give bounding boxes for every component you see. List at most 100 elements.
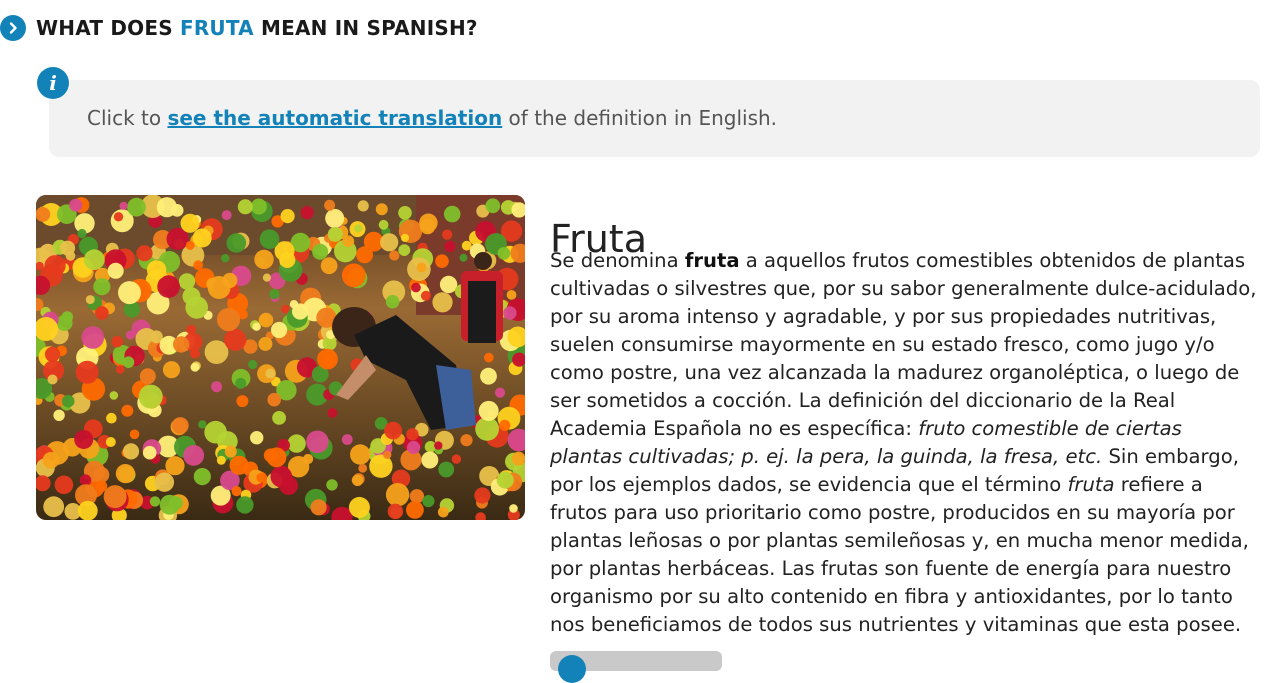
fruit-dot — [252, 322, 261, 331]
fruit-dot — [224, 328, 247, 351]
definition-text: a aquellos frutos comestibles obtenidos … — [739, 249, 1246, 272]
fruit-dot — [387, 503, 404, 520]
fruit-dot — [421, 451, 439, 469]
fruit-dot — [406, 501, 424, 519]
fruit-dot — [459, 253, 468, 262]
fruit-dot — [280, 209, 295, 224]
definition-line: por los ejemplos dados, se evidencia que… — [550, 471, 1262, 499]
definition-text: por los ejemplos dados, se evidencia que… — [550, 473, 1068, 496]
fruit-dot — [416, 262, 427, 273]
fruit-dot — [271, 321, 288, 339]
fruit-dot — [375, 203, 388, 216]
info-badge: i — [36, 66, 70, 100]
fruit-dot — [81, 326, 105, 349]
fruit-dot — [162, 361, 181, 379]
fruit-dot — [327, 226, 343, 242]
fruit-dot — [407, 440, 421, 455]
fruit-dot — [303, 453, 314, 465]
chevron-right-icon[interactable] — [0, 15, 26, 41]
fruit-dot — [178, 273, 196, 290]
definition-text: plantas leñosas o por plantas semileñosa… — [550, 529, 1249, 552]
fruit-dot — [154, 472, 175, 492]
fruit-dot — [221, 254, 230, 263]
fruit-dot — [139, 368, 156, 385]
definition-text: como postre, una vez alcanzada la madure… — [550, 361, 1240, 384]
definition-line: plantas cultivadas; p. ej. la pera, la g… — [550, 443, 1262, 471]
fruit-dot — [300, 206, 314, 220]
section-heading: WHAT DOES FRUTA MEAN IN SPANISH? — [0, 13, 478, 43]
fruit-dot — [103, 485, 127, 509]
fruit-dot — [204, 420, 227, 444]
fruit-dot — [451, 454, 462, 464]
fruit-dot — [159, 494, 180, 515]
fruit-dot — [503, 306, 517, 320]
fruit-dot — [398, 206, 412, 220]
fruit-dot — [324, 199, 336, 211]
fruit-dot — [380, 233, 399, 252]
fruit-dot — [385, 483, 410, 507]
fruit-dot — [342, 235, 355, 247]
fruit-dot — [36, 207, 51, 222]
fruit-dot — [383, 450, 392, 459]
fruit-dot — [497, 247, 511, 260]
fruit-dot — [138, 384, 163, 409]
fruit-dot — [310, 499, 327, 516]
fruit-dot — [127, 197, 146, 217]
fruit-dot — [262, 273, 271, 282]
definition-text: por su aroma intenso y agradable, y por … — [550, 305, 1217, 328]
fruit-dot — [509, 504, 518, 513]
definition-line: como postre, una vez alcanzada la madure… — [550, 359, 1262, 387]
fruit-dot — [270, 465, 293, 488]
fruit-dot — [350, 444, 371, 465]
fruit-dot — [60, 240, 76, 256]
fruit-dot — [69, 198, 83, 212]
definition-line: frutos para uso prioritario como postre,… — [550, 499, 1262, 527]
automatic-translation-link[interactable]: see the automatic translation — [167, 106, 502, 130]
fruit-dot — [170, 204, 184, 217]
fruit-dot — [231, 486, 242, 497]
fruit-dot — [439, 275, 458, 294]
fruit-dot — [474, 487, 491, 504]
fruit-dot — [226, 233, 247, 253]
definition-line: Academia Española no es específica: frut… — [550, 415, 1262, 443]
bottom-action-button[interactable] — [550, 651, 722, 683]
definition-line: por su aroma intenso y agradable, y por … — [550, 303, 1262, 331]
circle-icon — [558, 655, 586, 683]
definition-text: fruto comestible de ciertas — [918, 417, 1182, 440]
fruit-dot — [47, 374, 58, 385]
fruit-dot — [211, 381, 223, 393]
fruit-dot — [485, 198, 501, 214]
fruit-dot — [250, 431, 264, 445]
fruit-dot — [173, 336, 190, 353]
fruit-dot — [272, 411, 286, 425]
fruit-dot — [389, 250, 400, 261]
fruit-dot — [56, 314, 73, 331]
definition-line: ser sometidos a cocción. La definición d… — [550, 387, 1262, 415]
fruit-dot — [348, 496, 370, 518]
fruit-dot — [325, 208, 345, 228]
fruit-dot — [354, 224, 363, 233]
fruit-dot — [287, 434, 306, 453]
fruit-dot — [258, 336, 273, 351]
fruit-dot — [265, 368, 276, 379]
fruit-dot — [116, 365, 125, 374]
fruit-dot — [351, 474, 364, 486]
definition-text: Sin embargo, — [1102, 445, 1239, 468]
fruit-market-illustration — [36, 195, 525, 520]
definition-line: por plantas herbáceas. Las frutas son fu… — [550, 555, 1262, 583]
fruit-dot — [44, 346, 61, 362]
fruit-dot — [400, 233, 410, 242]
fruit-dot — [419, 213, 438, 233]
fruit-dot — [443, 205, 461, 223]
fruit-dot — [237, 199, 253, 215]
fruit-dot — [142, 445, 157, 460]
fruit-dot — [165, 456, 185, 476]
fruit-dot — [83, 249, 105, 271]
fruit-dot — [93, 466, 110, 483]
fruit-dot — [180, 213, 200, 233]
fruit-dot — [235, 377, 247, 389]
fruit-dot — [61, 394, 75, 408]
fruit-dot — [93, 278, 111, 296]
fruit-dot — [111, 335, 123, 348]
fruit-dot — [224, 445, 237, 458]
